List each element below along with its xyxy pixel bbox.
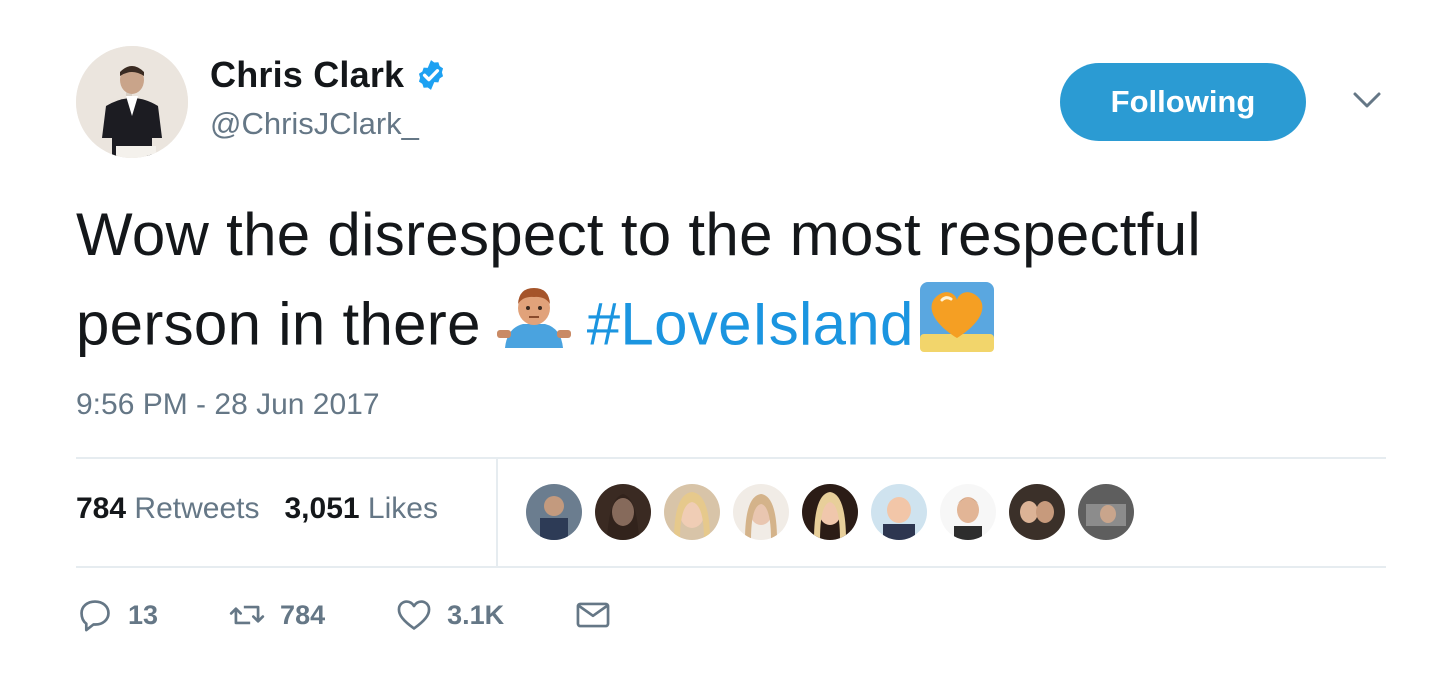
liker-avatar[interactable] — [595, 484, 651, 540]
heart-icon — [397, 600, 431, 630]
liker-avatar[interactable] — [664, 484, 720, 540]
tweet-timestamp[interactable]: 9:56 PM - 28 Jun 2017 — [76, 388, 380, 422]
author-name[interactable]: Chris Clark — [210, 54, 404, 96]
likes-label: Likes — [367, 492, 438, 525]
person-shrugging-emoji-icon — [495, 278, 573, 379]
liker-avatar[interactable] — [733, 484, 789, 540]
liker-avatar[interactable] — [802, 484, 858, 540]
tweet-text-line-2: person in there #LoveIsland — [76, 278, 1376, 379]
retweet-button[interactable]: 784 — [228, 596, 325, 634]
likes-stat[interactable]: 3,051 Likes — [284, 492, 437, 525]
like-button[interactable]: 3.1K — [395, 596, 504, 634]
author-name-row: Chris Clark — [210, 54, 448, 96]
liker-avatar[interactable] — [526, 484, 582, 540]
chevron-down-icon[interactable] — [1350, 88, 1384, 114]
divider-top — [76, 457, 1386, 459]
retweet-count: 784 — [280, 599, 326, 630]
reply-button[interactable]: 13 — [76, 596, 158, 634]
hashtag-link[interactable]: #LoveIsland — [587, 290, 914, 357]
retweet-icon — [229, 605, 265, 625]
tweet-stats: 784 Retweets 3,051 Likes — [76, 492, 438, 526]
reply-count: 13 — [128, 599, 159, 630]
liker-avatar[interactable] — [940, 484, 996, 540]
tweet-actions: 13 784 3.1K — [76, 596, 682, 634]
stats-vertical-divider — [496, 458, 498, 566]
following-button[interactable]: Following — [1060, 63, 1306, 141]
liker-avatar[interactable] — [1078, 484, 1134, 540]
likes-count: 3,051 — [284, 492, 360, 525]
orange-heart-emoji-icon — [918, 278, 996, 379]
tweet-text: Wow the disrespect to the most respectfu… — [76, 192, 1376, 379]
author-avatar[interactable] — [76, 46, 188, 158]
liker-avatar[interactable] — [1009, 484, 1065, 540]
author-handle[interactable]: @ChrisJClark_ — [210, 106, 419, 142]
likers-avatars — [526, 484, 1147, 540]
retweets-stat[interactable]: 784 Retweets — [76, 492, 259, 525]
tweet-text-line-1: Wow the disrespect to the most respectfu… — [76, 201, 1202, 268]
retweets-label: Retweets — [134, 492, 260, 525]
tweet-text-line-2-prefix: person in there — [76, 290, 481, 358]
verified-badge-icon — [414, 58, 448, 92]
liker-avatar[interactable] — [871, 484, 927, 540]
direct-message-button[interactable] — [574, 596, 612, 634]
like-count: 3.1K — [447, 599, 505, 630]
reply-icon — [80, 600, 110, 632]
envelope-icon — [576, 602, 610, 628]
divider-bottom — [76, 566, 1386, 568]
retweets-count: 784 — [76, 492, 127, 525]
